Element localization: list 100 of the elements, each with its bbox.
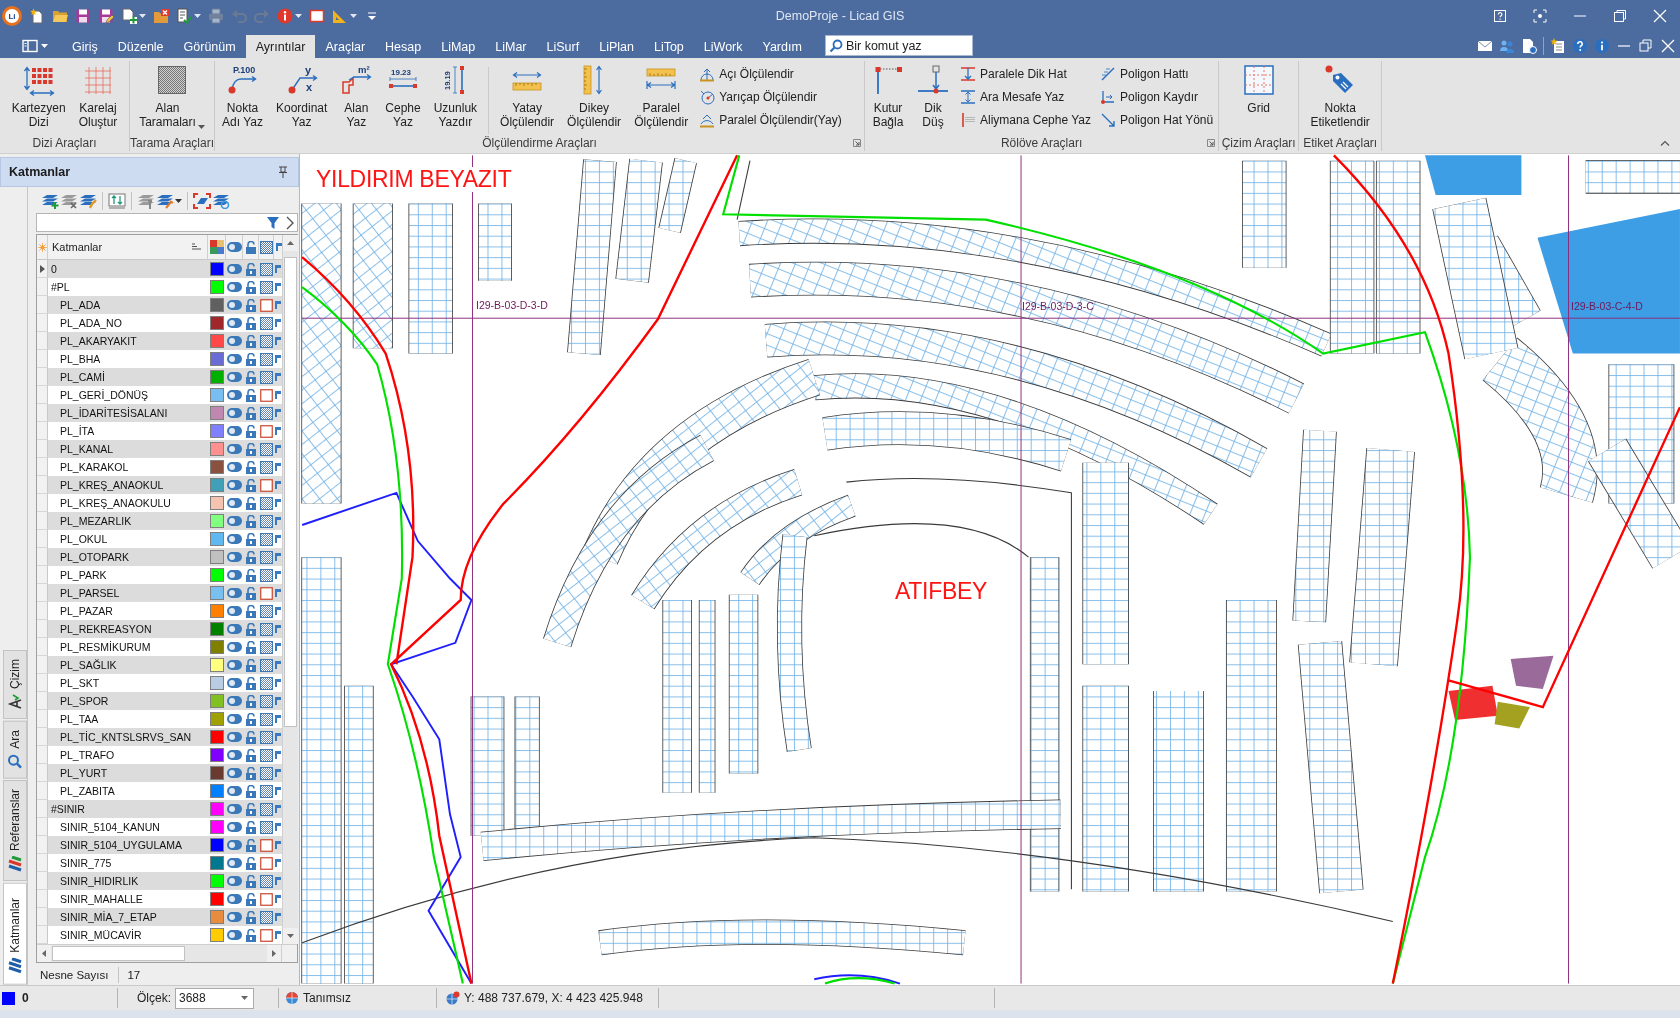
layer-color-swatch[interactable] bbox=[210, 820, 224, 834]
layer-color-swatch[interactable] bbox=[210, 442, 224, 456]
menu-tab[interactable]: Giriş bbox=[62, 35, 108, 58]
lock-icon[interactable] bbox=[245, 478, 257, 492]
lock-icon[interactable] bbox=[245, 262, 257, 276]
ribbon-tool-button[interactable]: Nokta Etiketlendir bbox=[1306, 61, 1374, 134]
layer-color-swatch[interactable] bbox=[210, 550, 224, 564]
fill-pattern-swatch[interactable] bbox=[260, 856, 273, 870]
menu-tab[interactable]: LiTop bbox=[643, 35, 694, 58]
lock-icon[interactable] bbox=[245, 388, 257, 402]
lock-icon[interactable] bbox=[245, 622, 257, 636]
visibility-toggle[interactable] bbox=[227, 786, 242, 796]
fill-pattern-swatch[interactable] bbox=[260, 874, 273, 888]
delete-layer-icon[interactable] bbox=[60, 193, 78, 209]
fill-pattern-swatch[interactable] bbox=[260, 388, 273, 402]
fill-pattern-swatch[interactable] bbox=[260, 838, 273, 852]
visibility-toggle[interactable] bbox=[227, 390, 242, 400]
layer-row[interactable]: PL_ADA bbox=[37, 296, 282, 314]
visibility-toggle[interactable] bbox=[227, 480, 242, 490]
help-icon[interactable] bbox=[1572, 38, 1588, 54]
layer-color-swatch[interactable] bbox=[210, 694, 224, 708]
side-tab[interactable]: Çizim bbox=[3, 649, 27, 719]
menu-tab[interactable]: LiWork bbox=[693, 35, 753, 58]
fill-pattern-swatch[interactable] bbox=[260, 748, 273, 762]
lock-icon[interactable] bbox=[245, 460, 257, 474]
ribbon-tool-button[interactable]: y x Koordinat Yaz bbox=[271, 61, 332, 134]
fill-pattern-swatch[interactable] bbox=[260, 712, 273, 726]
visibility-toggle[interactable] bbox=[227, 354, 242, 364]
lock-icon[interactable] bbox=[245, 658, 257, 672]
layer-color-swatch[interactable] bbox=[210, 802, 224, 816]
layer-row[interactable]: PL_MEZARLIK bbox=[37, 512, 282, 530]
fill-pattern-swatch[interactable] bbox=[260, 424, 273, 438]
lock-icon[interactable] bbox=[245, 298, 257, 312]
fill-pattern-swatch[interactable] bbox=[260, 352, 273, 366]
layer-row[interactable]: SINIR_HIDIRLIK bbox=[37, 872, 282, 890]
visibility-toggle[interactable] bbox=[227, 858, 242, 868]
scale-combobox[interactable]: 3688 bbox=[175, 987, 254, 1009]
menu-tab[interactable]: LiPlan bbox=[589, 35, 644, 58]
ribbon-tool-button[interactable]: Dik Düş bbox=[913, 61, 954, 134]
fill-pattern-swatch[interactable] bbox=[260, 784, 273, 798]
ribbon-tool-button[interactable]: Kutur Bağla bbox=[868, 61, 909, 134]
visibility-toggle[interactable] bbox=[227, 318, 242, 328]
ribbon-tool-button[interactable]: Poligon Hattı bbox=[1098, 63, 1216, 85]
layer-color-swatch[interactable] bbox=[210, 262, 224, 276]
layer-row[interactable]: SINIR_5104_KANUN bbox=[37, 818, 282, 836]
fill-pattern-swatch[interactable] bbox=[260, 280, 273, 294]
fill-pattern-swatch[interactable] bbox=[260, 586, 273, 600]
column-header[interactable]: Katmanlar bbox=[52, 241, 103, 253]
layer-row[interactable]: PL_KREŞ_ANAOKUL bbox=[37, 476, 282, 494]
add-file-button[interactable] bbox=[119, 5, 148, 27]
layer-color-swatch[interactable] bbox=[210, 352, 224, 366]
visibility-toggle[interactable] bbox=[227, 642, 242, 652]
dialog-launcher-icon[interactable] bbox=[853, 138, 862, 147]
scroll-up-icon[interactable] bbox=[287, 241, 294, 245]
visibility-toggle[interactable] bbox=[227, 570, 242, 580]
lock-icon[interactable] bbox=[245, 748, 257, 762]
fill-pattern-swatch[interactable] bbox=[260, 532, 273, 546]
layer-color-swatch[interactable] bbox=[210, 370, 224, 384]
layer-color-swatch[interactable] bbox=[210, 424, 224, 438]
visibility-toggle[interactable] bbox=[227, 768, 242, 778]
layer-color-swatch[interactable] bbox=[210, 928, 224, 942]
lock-icon[interactable] bbox=[245, 874, 257, 888]
lock-icon[interactable] bbox=[245, 406, 257, 420]
layer-row[interactable]: PL_SKT bbox=[37, 674, 282, 692]
layer-color-swatch[interactable] bbox=[210, 334, 224, 348]
lock-icon[interactable] bbox=[245, 928, 257, 942]
side-tab[interactable]: Katmanlar bbox=[3, 883, 27, 985]
visibility-toggle[interactable] bbox=[227, 336, 242, 346]
layer-row[interactable]: PL_BHA bbox=[37, 350, 282, 368]
visibility-toggle[interactable] bbox=[227, 588, 242, 598]
layer-color-swatch[interactable] bbox=[210, 892, 224, 906]
layer-row[interactable]: 0 bbox=[37, 260, 282, 278]
help-icon[interactable] bbox=[1493, 9, 1507, 23]
fill-pattern-swatch[interactable] bbox=[260, 406, 273, 420]
visibility-toggle[interactable] bbox=[227, 876, 242, 886]
fill-pattern-swatch[interactable] bbox=[260, 928, 273, 942]
row-selector[interactable] bbox=[37, 260, 48, 278]
layer-row[interactable]: PL_OKUL bbox=[37, 530, 282, 548]
layer-color-swatch[interactable] bbox=[210, 568, 224, 582]
lock-icon[interactable] bbox=[245, 442, 257, 456]
lock-icon[interactable] bbox=[245, 820, 257, 834]
layer-row[interactable]: PL_GERİ_DÖNÜŞ bbox=[37, 386, 282, 404]
fill-pattern-swatch[interactable] bbox=[260, 568, 273, 582]
visibility-toggle[interactable] bbox=[227, 822, 242, 832]
visibility-toggle[interactable] bbox=[227, 444, 242, 454]
lock-icon[interactable] bbox=[245, 694, 257, 708]
side-tab[interactable]: Ara bbox=[3, 720, 27, 779]
capture-icon[interactable] bbox=[1533, 9, 1547, 23]
fill-pattern-swatch[interactable] bbox=[260, 766, 273, 780]
layer-row[interactable]: PL_OTOPARK bbox=[37, 548, 282, 566]
close-icon[interactable] bbox=[1660, 38, 1676, 54]
menu-tab[interactable]: Ayrıntılar bbox=[245, 35, 316, 58]
layer-color-swatch[interactable] bbox=[210, 784, 224, 798]
layer-row[interactable]: PL_TRAFO bbox=[37, 746, 282, 764]
layer-color-swatch[interactable] bbox=[210, 388, 224, 402]
fill-pattern-swatch[interactable] bbox=[260, 604, 273, 618]
ribbon-tool-button[interactable]: m² Alan Yaz bbox=[336, 61, 377, 134]
layer-color-swatch[interactable] bbox=[210, 658, 224, 672]
lock-icon[interactable] bbox=[245, 730, 257, 744]
layer-row[interactable]: PL_İTA bbox=[37, 422, 282, 440]
